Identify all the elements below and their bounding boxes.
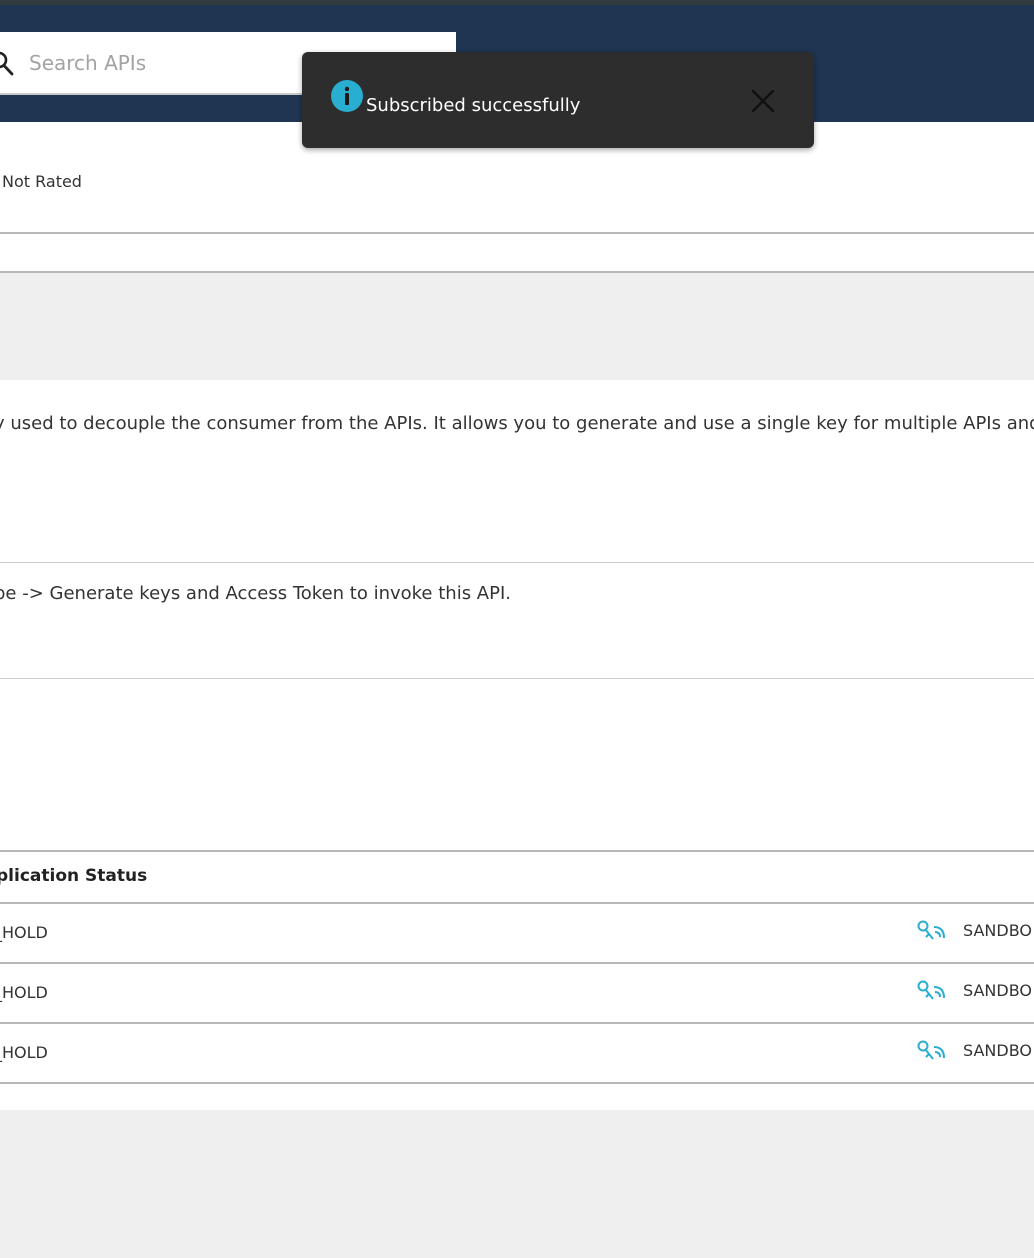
api-description: y used to decouple the consumer from the… [0,413,1034,434]
divider [0,678,1034,679]
column-header-application-status: plication Status [0,866,148,886]
row-key-type: SANDBO [963,921,1032,940]
info-icon [331,80,363,112]
row-divider [0,1022,1034,1024]
table-bottom-border [0,1082,1034,1084]
table-top-border [0,850,1034,852]
divider [0,562,1034,563]
close-icon[interactable] [746,84,780,118]
row-key-type: SANDBO [963,1041,1032,1060]
sandbox-key-icon[interactable] [916,979,946,1003]
divider [0,232,1034,234]
notification-toast: Subscribed successfully [302,52,814,148]
row-divider [0,962,1034,964]
sandbox-key-icon[interactable] [916,1039,946,1063]
toast-message: Subscribed successfully [366,95,581,116]
row-status: _HOLD [0,1043,48,1062]
invoke-instruction: be -> Generate keys and Access Token to … [0,583,511,604]
table-header-border [0,902,1034,904]
search-icon[interactable] [0,50,14,76]
row-status: _HOLD [0,923,48,942]
section-band [0,273,1034,380]
sandbox-key-icon[interactable] [916,919,946,943]
row-status: _HOLD [0,983,48,1002]
footer-band [0,1110,1034,1258]
api-rating: Not Rated [2,172,82,191]
row-key-type: SANDBO [963,981,1032,1000]
